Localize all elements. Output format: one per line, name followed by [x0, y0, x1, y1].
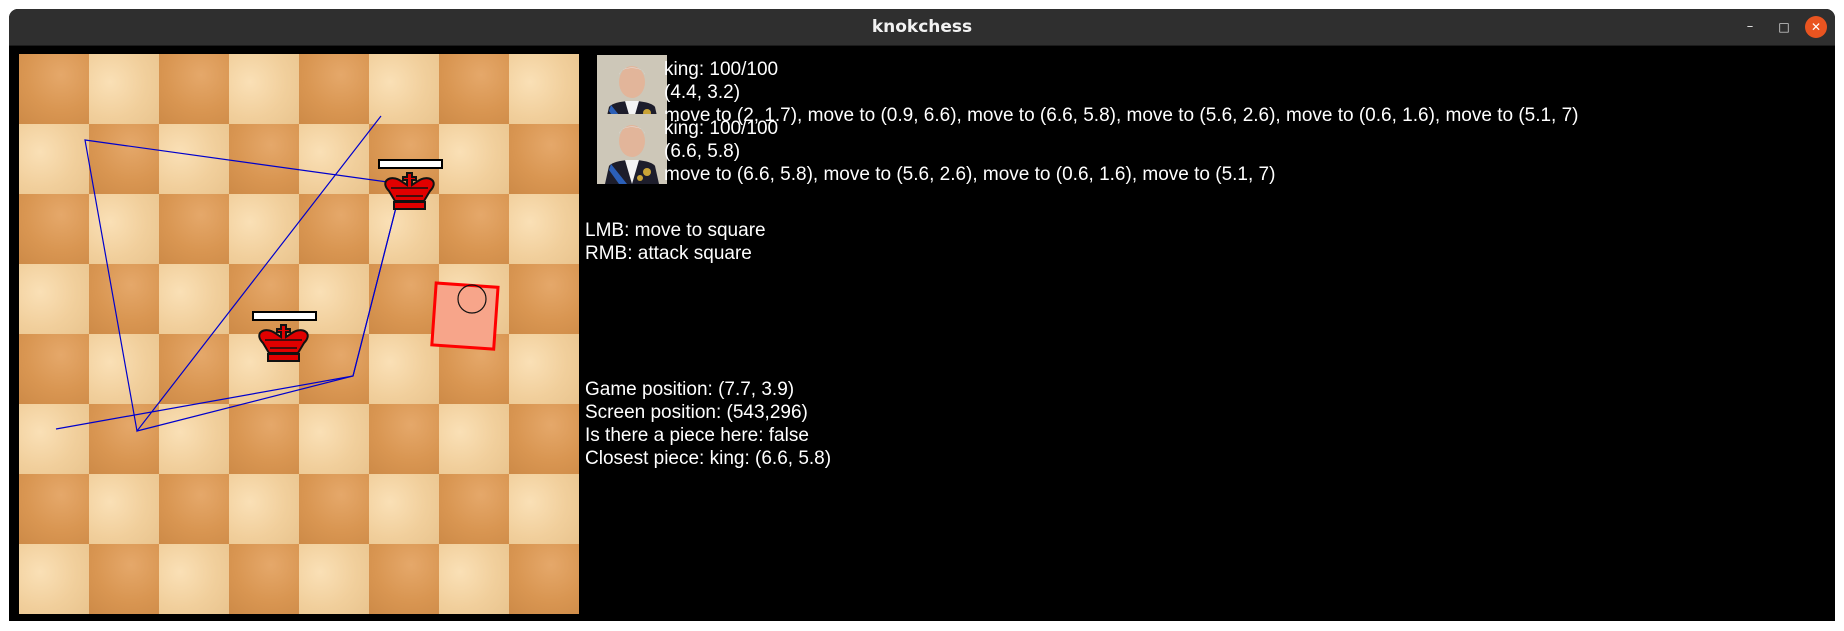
piece-here-text: Is there a piece here: false — [585, 425, 809, 446]
maximize-icon[interactable]: □ — [1773, 16, 1795, 38]
piece-1-health: king: 100/100 — [664, 59, 779, 80]
king-piece-1[interactable] — [378, 159, 443, 210]
minimize-icon[interactable]: – — [1739, 16, 1761, 38]
king-piece-2[interactable] — [252, 311, 317, 362]
controls-help: LMB: move to square RMB: attack square — [585, 219, 766, 265]
chess-board[interactable] — [19, 54, 579, 614]
app-window: knokchess – □ ✕ king: 100/100 (4.4, 3.2)… — [9, 9, 1835, 621]
piece-2-position: (6.6, 5.8) — [664, 141, 741, 162]
move-path — [55, 115, 403, 433]
window-title: knokchess — [871, 17, 973, 37]
rmb-help: RMB: attack square — [585, 243, 752, 264]
move-path-segment — [136, 183, 403, 432]
game-area: king: 100/100 (4.4, 3.2) move to (2, 1.7… — [9, 46, 1835, 621]
health-bar — [252, 311, 317, 321]
game-position-text: Game position: (7.7, 3.9) — [585, 379, 795, 400]
cursor-info: Game position: (7.7, 3.9) Screen positio… — [585, 378, 831, 470]
health-bar — [378, 159, 443, 169]
title-bar[interactable]: knokchess – □ ✕ — [9, 9, 1835, 46]
piece-2-health: king: 100/100 — [664, 118, 779, 139]
piece-1-position: (4.4, 3.2) — [664, 82, 741, 103]
king-icon — [258, 324, 309, 354]
king-icon — [384, 172, 435, 202]
piece-2-info: king: 100/100 (6.6, 5.8) move to (6.6, 5… — [664, 117, 1275, 186]
king-portrait-2 — [597, 114, 667, 184]
lmb-help: LMB: move to square — [585, 220, 766, 241]
screen-position-text: Screen position: (543,296) — [585, 402, 808, 423]
closest-piece-text: Closest piece: king: (6.6, 5.8) — [585, 448, 832, 469]
target-square-highlight — [430, 281, 500, 351]
close-icon[interactable]: ✕ — [1805, 16, 1827, 38]
board-overlay — [55, 115, 500, 433]
piece-2-moves: move to (6.6, 5.8), move to (5.6, 2.6), … — [664, 164, 1276, 185]
